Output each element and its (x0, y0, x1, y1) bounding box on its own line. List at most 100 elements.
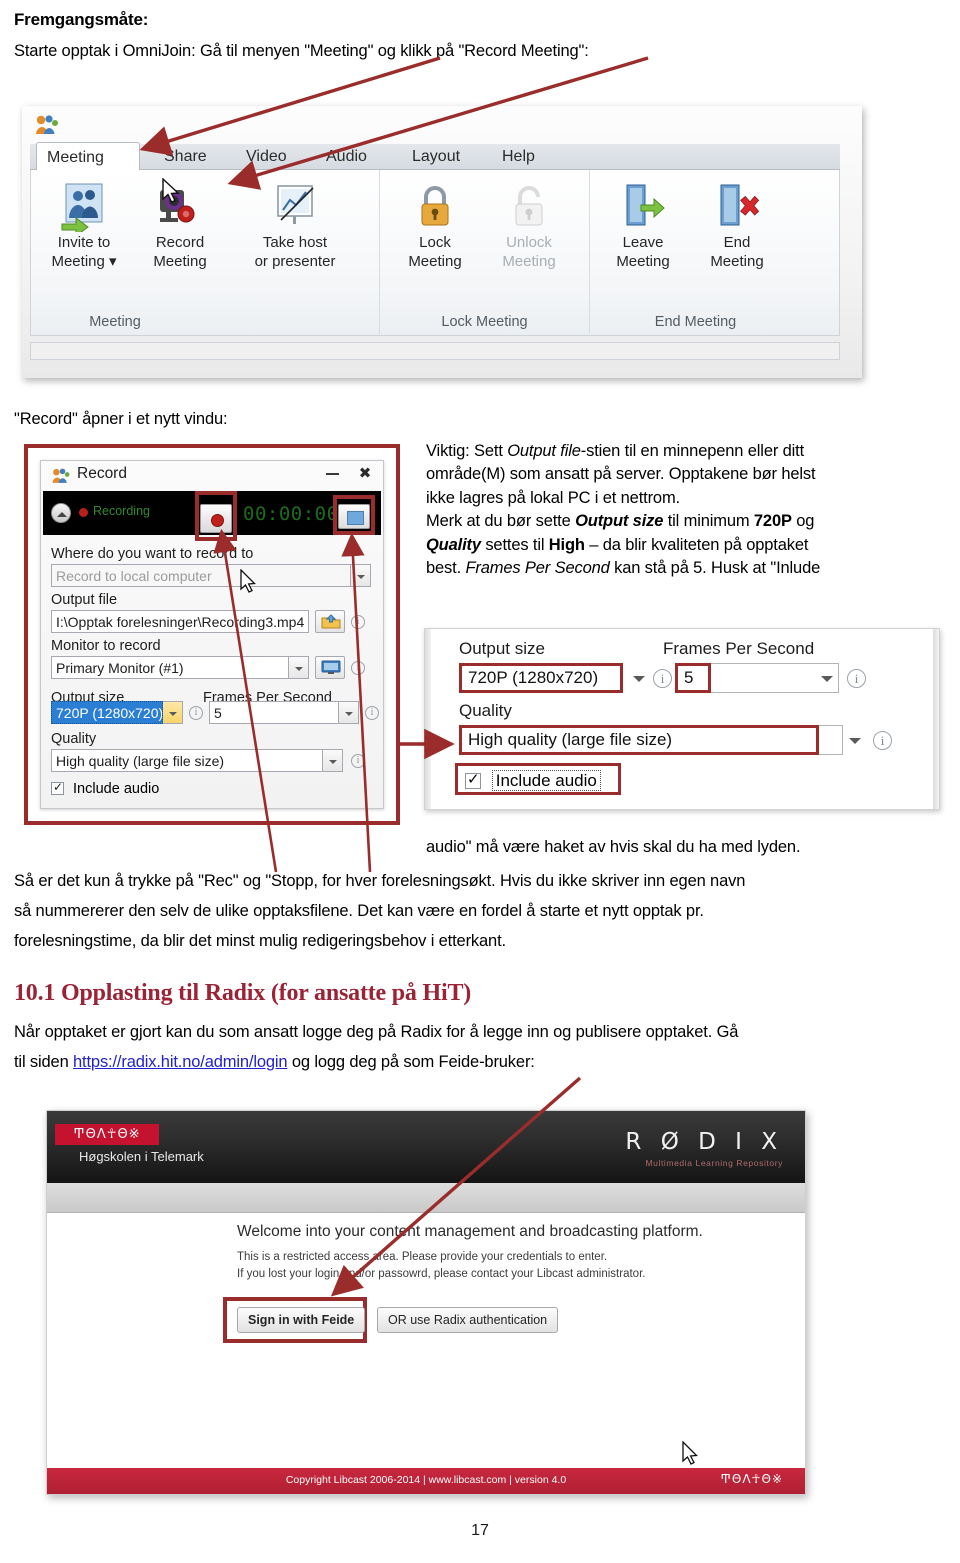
ribbon-group-end-label: End Meeting (654, 314, 737, 330)
lock-meeting-label-2: Meeting (408, 252, 462, 270)
welcome-heading: Welcome into your content management and… (237, 1223, 703, 1240)
output-file-label: Output file (51, 592, 118, 608)
record-start-button[interactable] (200, 504, 232, 533)
record-meeting-label-1: Record (155, 234, 205, 251)
browse-folder-button[interactable] (315, 610, 345, 633)
info-icon[interactable]: i (365, 706, 379, 720)
take-host-or-presenter-button[interactable]: Take host or presenter (233, 180, 357, 271)
info-icon[interactable]: i (351, 661, 365, 675)
zoom-output-size-value[interactable]: 720P (1280x720) (459, 663, 623, 693)
invite-to-meeting-label-2: Meeting ▾ (51, 252, 117, 270)
chevron-down-icon[interactable] (841, 725, 867, 755)
tab-share[interactable]: Share (154, 144, 217, 170)
unlock-meeting-button: Unlock Meeting (486, 180, 572, 271)
info-icon[interactable]: i (351, 615, 365, 629)
info-icon[interactable]: i (351, 754, 365, 768)
radix-login-screenshot: ͲΘΛ☥Θ※ Høgskolen i Telemark R Ø D I X Mu… (46, 1110, 806, 1495)
chevron-down-icon[interactable] (625, 663, 651, 693)
quality-select[interactable]: High quality (large file size) (51, 749, 323, 772)
note-line5-post: – da blir kvaliteten på opptaket (584, 535, 809, 554)
output-file-input[interactable]: I:\Opptak forelesninger\Recording3.mp4 (51, 610, 309, 633)
record-dialog-window: Record ✖ Recording 00:00:00 Where do you… (40, 460, 384, 809)
invite-people-icon (41, 180, 127, 237)
note-line6-pre: best. (426, 559, 466, 578)
fps-select[interactable]: 5 (209, 701, 339, 724)
record-camera-icon (137, 178, 223, 234)
include-audio-label: Include audio (73, 781, 160, 797)
para2-line2: så nummererer den selv de ulike opptaksf… (14, 902, 704, 921)
record-dialog-form: Where do you want to record to Record to… (51, 541, 379, 802)
tab-audio[interactable]: Audio (316, 144, 377, 170)
note-line1-pre: Viktig: Sett (426, 442, 508, 460)
omnijoin-logo-icon (36, 115, 58, 134)
note-line6-post: kan stå på 5. Husk at "Inlude (609, 559, 821, 578)
chevron-up-icon[interactable] (51, 503, 71, 523)
where-record-select[interactable]: Record to local computer (51, 564, 351, 587)
radix-navbar (47, 1183, 805, 1213)
note-line5-b: High (548, 535, 585, 554)
info-icon[interactable]: i (847, 669, 866, 688)
welcome-sub1: This is a restricted access area. Please… (237, 1251, 608, 1263)
ribbon-group-meeting: Invite to Meeting ▾ Record Meeting Take … (31, 170, 379, 334)
record-stop-button[interactable] (338, 504, 370, 529)
use-radix-authentication-button[interactable]: OR use Radix authentication (377, 1307, 559, 1333)
zoom-include-audio-row[interactable]: ✓ Include audio (465, 770, 601, 791)
radix-tagline: Multimedia Learning Repository (645, 1158, 783, 1168)
note-line4-b: 720P (753, 512, 792, 531)
chevron-down-icon[interactable] (351, 564, 371, 587)
omnijoin-ribbon-screenshot: Meeting Share Video Audio Layout Help In… (22, 106, 862, 378)
record-timer: 00:00:00 (243, 503, 339, 525)
info-icon[interactable]: i (189, 706, 203, 720)
ribbon-group-meeting-label: Meeting (89, 314, 141, 330)
monitor-select[interactable]: Primary Monitor (#1) (51, 656, 289, 679)
pick-monitor-button[interactable] (315, 656, 345, 679)
ribbon-group-lock-label: Lock Meeting (441, 314, 528, 330)
output-file-row: I:\Opptak forelesninger\Recording3.mp4 i (51, 610, 373, 633)
paragraph-3: Når opptaket er gjort kan du som ansatt … (14, 1018, 954, 1077)
tab-layout[interactable]: Layout (402, 144, 470, 170)
sign-in-with-feide-button[interactable]: Sign in with Feide (237, 1307, 366, 1333)
page-title: Fremgangsmåte: (14, 10, 149, 29)
tab-meeting[interactable]: Meeting (36, 142, 140, 171)
include-audio-row[interactable]: Include audio (51, 780, 373, 797)
radix-login-link[interactable]: https://radix.hit.no/admin/login (73, 1053, 288, 1071)
quality-label: Quality (51, 731, 97, 747)
chevron-down-icon[interactable] (289, 656, 309, 679)
note-line5-mid: settes til (480, 535, 549, 554)
record-controls-bar: Recording 00:00:00 (43, 491, 381, 541)
take-host-label-2: or presenter (254, 252, 336, 270)
close-icon[interactable]: ✖ (357, 466, 373, 482)
invite-to-meeting-button[interactable]: Invite to Meeting ▾ (41, 180, 127, 271)
record-meeting-button[interactable]: Record Meeting (137, 178, 223, 271)
institution-name: Høgskolen i Telemark (79, 1149, 204, 1164)
recording-indicator-dot (79, 508, 88, 517)
chevron-down-icon[interactable] (163, 701, 183, 724)
info-icon[interactable]: i (873, 731, 892, 750)
para3-line2-pre: til siden (14, 1052, 74, 1071)
end-meeting-button[interactable]: End Meeting (694, 180, 780, 271)
monitor-record-row: Primary Monitor (#1) i (51, 656, 373, 679)
minimize-icon[interactable] (326, 473, 339, 475)
note-line5-em: Quality (426, 535, 481, 554)
zoom-quality-value[interactable]: High quality (large file size) (459, 725, 819, 755)
note-line6-em: Frames Per Second (465, 559, 610, 578)
include-audio-checkbox[interactable] (51, 780, 64, 795)
tab-help[interactable]: Help (492, 144, 545, 170)
tab-help-label: Help (502, 148, 535, 165)
tab-video-label: Video (246, 148, 287, 165)
chevron-down-icon[interactable] (813, 663, 839, 693)
tab-share-label: Share (164, 148, 207, 165)
tab-video[interactable]: Video (236, 144, 297, 170)
para3-line2-post: og logg deg på som Feide-bruker: (287, 1052, 535, 1071)
ribbon-panel: Invite to Meeting ▾ Record Meeting Take … (30, 170, 840, 336)
lock-meeting-label-1: Lock (419, 234, 451, 251)
zoom-fps-value[interactable]: 5 (675, 663, 711, 693)
chevron-down-icon[interactable] (323, 749, 343, 772)
zoom-include-audio-checkbox[interactable]: ✓ (465, 771, 481, 789)
chevron-down-icon[interactable] (339, 701, 359, 724)
output-size-select[interactable]: 720P (1280x720) (51, 701, 163, 724)
lock-meeting-button[interactable]: Lock Meeting (392, 180, 478, 271)
leave-meeting-button[interactable]: Leave Meeting (600, 180, 686, 271)
info-icon[interactable]: i (653, 669, 672, 688)
note-line4-mid: til minimum (663, 512, 754, 531)
